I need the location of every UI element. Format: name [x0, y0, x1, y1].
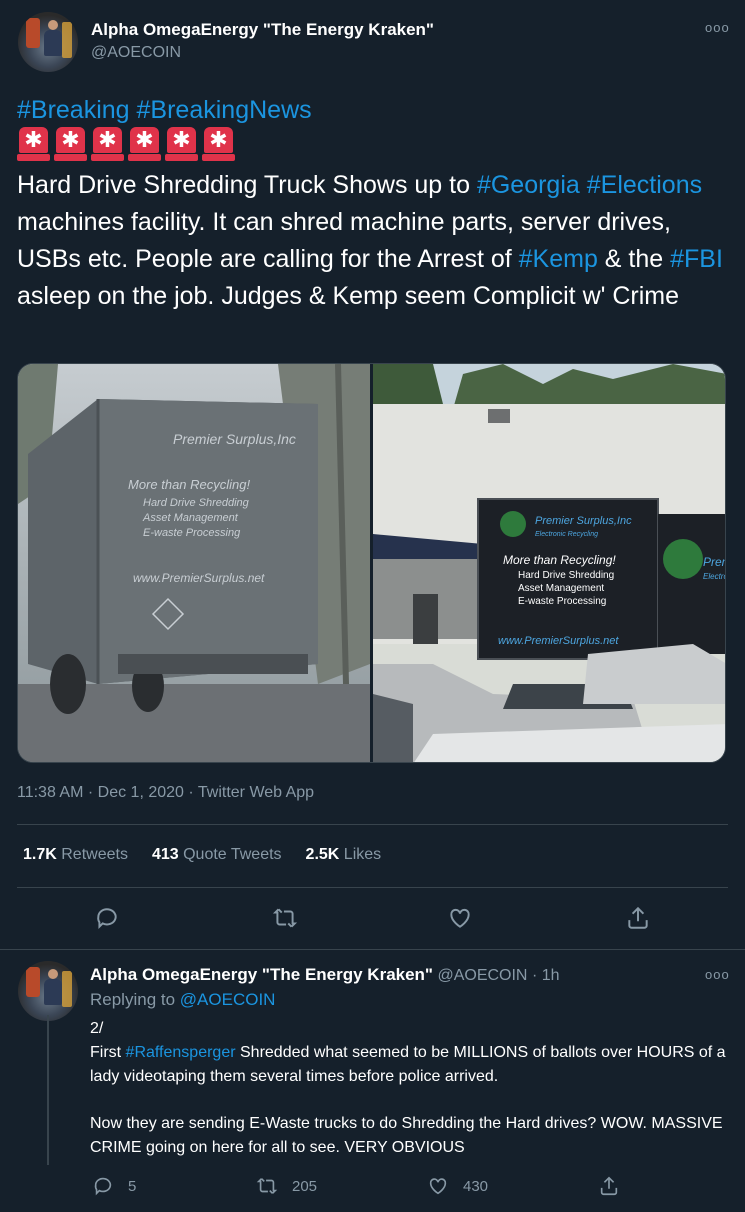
left-company-text: Premier Surplus,Inc: [173, 431, 296, 447]
right-tagline-text: More than Recycling!: [503, 553, 616, 567]
police-light-emoji-icon: ✱: [128, 127, 161, 161]
police-light-emoji-icon: ✱: [91, 127, 124, 161]
right-side-text: Premi: [703, 555, 726, 569]
reply-reply-action[interactable]: 5: [92, 1175, 136, 1197]
share-icon[interactable]: [625, 905, 653, 933]
replying-to: Replying to @AOECOIN: [90, 990, 275, 1010]
right-company-text: Premier Surplus,Inc: [535, 515, 632, 527]
tweet-time[interactable]: 11:38 AM: [17, 784, 83, 801]
retweet-icon[interactable]: [272, 905, 300, 933]
reply-line-1: 2/: [90, 1020, 104, 1037]
hashtag-line: #Breaking #BreakingNews: [17, 92, 732, 129]
like-count: 430: [463, 1177, 489, 1195]
reply-avatar[interactable]: [18, 961, 78, 1021]
reply-count: 5: [128, 1177, 137, 1195]
likes-stat[interactable]: 2.5K Likes: [306, 846, 382, 864]
reply-icon[interactable]: [92, 1175, 114, 1197]
police-light-emoji-icon: ✱: [17, 127, 50, 161]
left-tagline-text: More than Recycling!: [128, 477, 250, 492]
reply-display-name[interactable]: Alpha OmegaEnergy "The Energy Kraken": [90, 965, 433, 984]
quote-tweets-stat[interactable]: 413 Quote Tweets: [152, 846, 282, 864]
hashtag-breakingnews[interactable]: #BreakingNews: [137, 96, 312, 124]
reply-handle[interactable]: @AOECOIN: [437, 967, 527, 984]
reply-like-action[interactable]: 430: [427, 1175, 488, 1197]
hashtag-breaking[interactable]: #Breaking: [17, 96, 130, 124]
retweet-icon[interactable]: [256, 1175, 278, 1197]
retweets-stat[interactable]: 1.7K Retweets: [23, 846, 128, 864]
police-light-emoji-icon: ✱: [202, 127, 235, 161]
hashtag-raffensperger[interactable]: #Raffensperger: [126, 1044, 236, 1061]
tweet-source-app[interactable]: Twitter Web App: [198, 784, 314, 801]
reply-icon[interactable]: [94, 905, 122, 933]
right-side-sub-text: Electroni: [703, 572, 726, 581]
tweet-timestamp[interactable]: 11:38 AM · Dec 1, 2020 · Twitter Web App: [17, 784, 314, 802]
tweet-media[interactable]: Premier Surplus,Inc More than Recycling!…: [17, 363, 726, 763]
right-service-3: E-waste Processing: [518, 596, 606, 607]
left-website-text: www.PremierSurplus.net: [133, 571, 265, 585]
main-tweet: Alpha OmegaEnergy "The Energy Kraken" @A…: [0, 0, 745, 950]
photo-truck-right[interactable]: Premier Surplus,Inc Electronic Recycling…: [373, 364, 726, 762]
left-service-1: Hard Drive Shredding: [143, 497, 250, 509]
reply-paragraph-2: Now they are sending E-Waste trucks to d…: [90, 1115, 723, 1156]
left-service-2: Asset Management: [142, 512, 239, 524]
left-service-3: E-waste Processing: [143, 527, 241, 539]
thread-line: [47, 1015, 49, 1165]
hashtag-georgia[interactable]: #Georgia: [477, 171, 580, 199]
tweet-date[interactable]: Dec 1, 2020: [98, 784, 184, 801]
avatar[interactable]: [18, 12, 78, 72]
right-sub-text: Electronic Recycling: [535, 531, 598, 538]
reply-paragraph-1: First #Raffensperger Shredded what seeme…: [90, 1044, 726, 1085]
replying-to-handle[interactable]: @AOECOIN: [180, 990, 276, 1009]
tweet-body: Hard Drive Shredding Truck Shows up to #…: [17, 171, 723, 310]
right-service-1: Hard Drive Shredding: [518, 570, 614, 581]
reply-tweet[interactable]: Alpha OmegaEnergy "The Energy Kraken" @A…: [0, 951, 745, 1212]
like-icon[interactable]: [447, 905, 475, 933]
tweet-stats: 1.7K Retweets 413 Quote Tweets 2.5K Like…: [23, 846, 381, 864]
police-light-emoji-icon: ✱: [165, 127, 198, 161]
police-light-emoji-row: ✱ ✱ ✱ ✱ ✱ ✱: [17, 127, 235, 163]
photo-truck-left[interactable]: Premier Surplus,Inc More than Recycling!…: [18, 364, 370, 762]
reply-header: Alpha OmegaEnergy "The Energy Kraken" @A…: [90, 965, 560, 984]
police-light-emoji-icon: ✱: [54, 127, 87, 161]
reply-share-action[interactable]: [598, 1175, 620, 1197]
hashtag-fbi[interactable]: #FBI: [670, 245, 723, 273]
hashtag-kemp[interactable]: #Kemp: [519, 245, 598, 273]
more-options-icon[interactable]: ooo: [705, 20, 730, 35]
reply-retweet-action[interactable]: 205: [256, 1175, 317, 1197]
reply-age[interactable]: 1h: [542, 967, 560, 984]
right-service-2: Asset Management: [518, 583, 604, 594]
author-handle[interactable]: @AOECOIN: [91, 44, 181, 62]
replying-to-label: Replying to: [90, 990, 176, 1009]
author-display-name[interactable]: Alpha OmegaEnergy "The Energy Kraken": [91, 20, 434, 40]
reply-more-options-icon[interactable]: ooo: [705, 967, 730, 982]
right-website-text: www.PremierSurplus.net: [498, 635, 619, 647]
hashtag-elections[interactable]: #Elections: [587, 171, 702, 199]
retweet-count: 205: [292, 1177, 318, 1195]
share-icon[interactable]: [598, 1175, 620, 1197]
like-icon[interactable]: [427, 1175, 449, 1197]
